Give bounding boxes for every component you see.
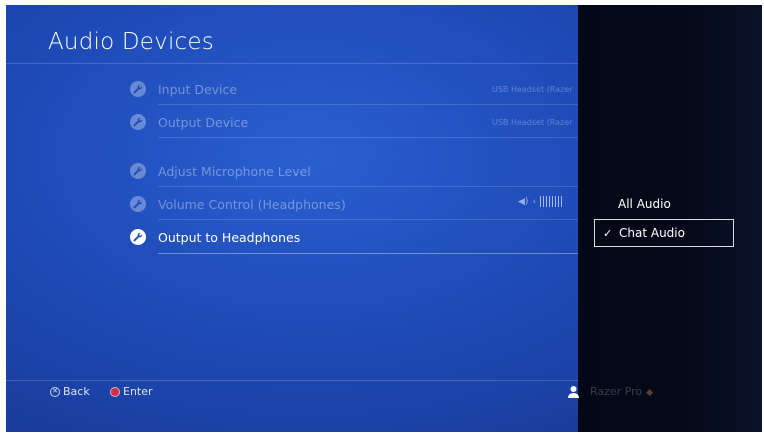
footer-divider — [6, 380, 578, 381]
cross-button-icon: ✕ — [50, 386, 60, 397]
speaker-icon: ◀) — [518, 196, 529, 207]
enter-hint[interactable]: Enter — [110, 385, 153, 398]
menu-item-label: Volume Control (Headphones) — [158, 196, 346, 212]
menu-item-input-device[interactable]: Input Device USB Headset (Razer — [130, 75, 578, 103]
back-hint[interactable]: ✕ Back — [50, 385, 90, 398]
menu-item-label: Output to Headphones — [158, 229, 301, 245]
menu-item-label: Input Device — [158, 81, 238, 97]
title-divider — [6, 63, 578, 64]
menu-item-volume-control[interactable]: Volume Control (Headphones) ◀) ‹ — [130, 190, 578, 218]
ps4-screen: Audio Devices Input Device USB Headset (… — [6, 5, 762, 432]
volume-level-bar — [540, 196, 564, 207]
option-all-audio[interactable]: All Audio — [594, 190, 734, 218]
chevron-left-icon: ‹ — [532, 196, 537, 207]
menu-item-adjust-microphone-level[interactable]: Adjust Microphone Level — [130, 157, 578, 185]
row-divider — [158, 219, 578, 220]
output-device-value: USB Headset (Razer — [492, 117, 573, 127]
row-divider — [158, 253, 578, 254]
wrench-icon — [130, 196, 146, 212]
menu-item-output-to-headphones[interactable]: Output to Headphones — [130, 223, 578, 251]
enter-label: Enter — [123, 385, 153, 398]
wrench-icon — [130, 229, 146, 245]
user-icon — [567, 385, 581, 399]
checkmark-icon: ✓ — [603, 226, 613, 240]
input-device-value: USB Headset (Razer — [492, 84, 573, 94]
volume-indicator: ◀) ‹ — [518, 196, 564, 207]
menu-item-label: Output Device — [158, 114, 249, 130]
row-divider — [158, 186, 578, 187]
option-label: All Audio — [618, 197, 671, 211]
diamond-icon: ◆ — [646, 388, 654, 398]
row-divider — [158, 104, 578, 105]
wrench-icon — [130, 114, 146, 130]
circle-button-icon — [110, 386, 120, 397]
user-name: Razer Pro ◆ — [590, 385, 654, 398]
option-label: Chat Audio — [619, 226, 685, 240]
options-panel: All Audio ✓ Chat Audio — [578, 5, 762, 432]
option-chat-audio[interactable]: ✓ Chat Audio — [594, 219, 734, 247]
wrench-icon — [130, 81, 146, 97]
menu-item-label: Adjust Microphone Level — [158, 163, 311, 179]
back-label: Back — [63, 385, 90, 398]
menu-item-output-device[interactable]: Output Device USB Headset (Razer — [130, 108, 578, 136]
wrench-icon — [130, 163, 146, 179]
page-title: Audio Devices — [48, 29, 214, 55]
row-divider — [158, 137, 578, 138]
